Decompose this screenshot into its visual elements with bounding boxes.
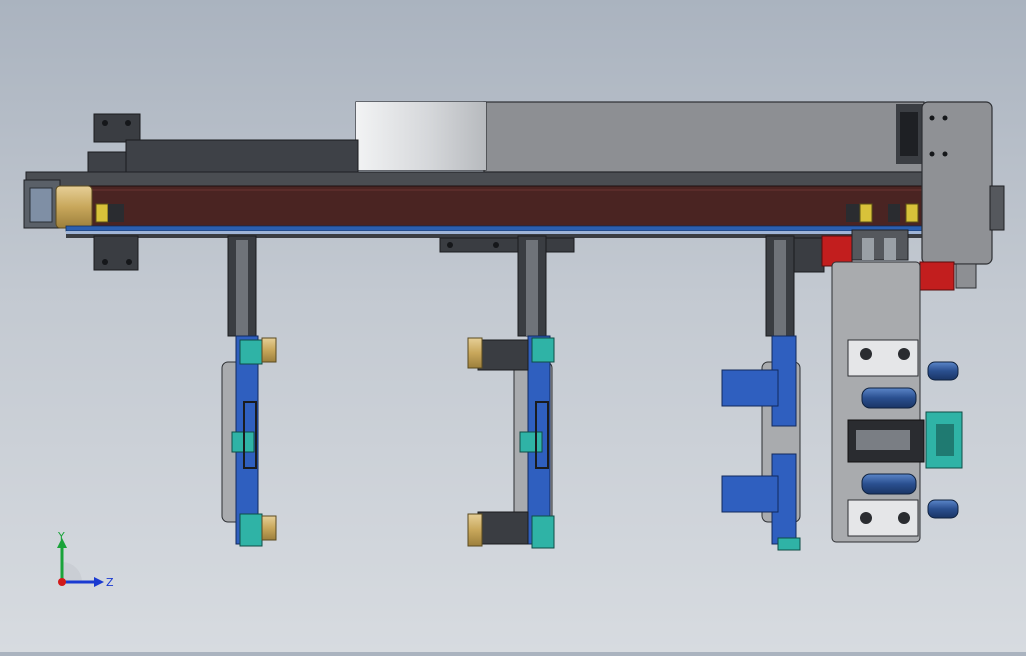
- center-bracket: [439, 237, 575, 253]
- rear-frame: [87, 113, 359, 175]
- top-rail: [25, 171, 925, 187]
- axis-triad: Y Z: [57, 530, 114, 589]
- gripper-station-3: [721, 235, 801, 551]
- right-bracket: [789, 237, 825, 273]
- left-motor: [23, 179, 93, 229]
- conveyor-belt: [65, 185, 925, 227]
- triad-arc: [62, 562, 82, 582]
- linear-rails: [65, 225, 925, 238]
- gripper-station-2: [467, 235, 555, 549]
- cad-viewport[interactable]: Y Z: [0, 0, 1026, 652]
- y-axis-label: Y: [57, 530, 65, 543]
- right-tool-plate: [831, 261, 963, 543]
- z-axis-label: Z: [106, 576, 114, 589]
- upper-housing: [355, 101, 925, 173]
- gripper-station-1: [221, 235, 277, 547]
- x-axis-dot: [58, 578, 66, 586]
- gantry-loader-assembly-icon[interactable]: [0, 0, 1026, 652]
- left-bracket: [93, 235, 139, 271]
